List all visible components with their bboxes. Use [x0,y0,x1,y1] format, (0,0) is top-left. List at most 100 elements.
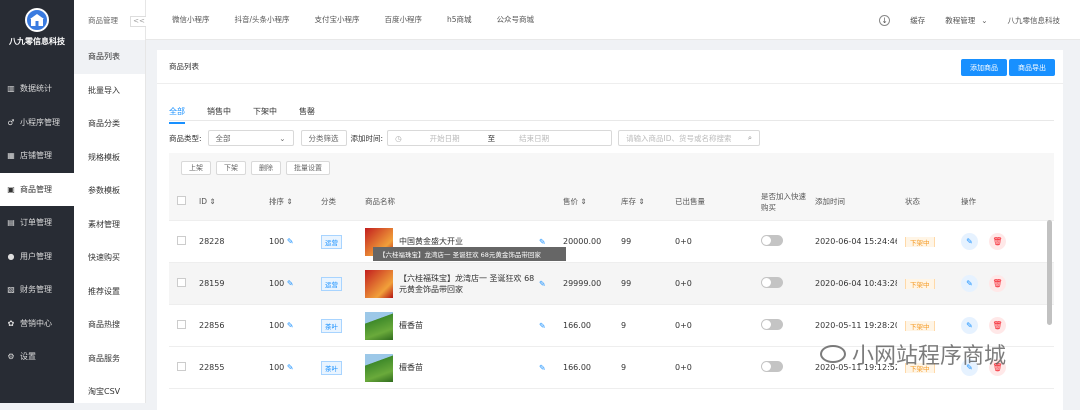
table-cell [753,361,807,374]
settings-icon: ⚙ [7,352,15,362]
table-cell: 2020-05-11 19:28:20 [807,321,897,330]
start-date-input[interactable]: 开始日期 [430,133,460,144]
edit-name-icon[interactable]: ✎ [539,237,546,246]
subnav-item-8[interactable]: 商品热搜 [74,308,145,342]
edit-name-icon[interactable]: ✎ [539,321,546,330]
download-icon[interactable]: ↓ [879,14,891,26]
type-select[interactable]: 全部 ⌄ [207,130,294,146]
platform-tab-5[interactable]: 公众号商城 [497,14,535,25]
sidebar-item-4[interactable]: ▤ 订单管理 [0,206,74,240]
subnav-item-3[interactable]: 规格模板 [74,141,145,175]
chevron-down-icon: ⌄ [279,133,286,143]
sort-value: 100 [269,237,285,246]
batch-button-3[interactable]: 批量设置 [286,161,330,175]
subnav-item-1[interactable]: 批量导入 [74,74,145,108]
sidebar-item-7[interactable]: ✿ 营销中心 [0,307,74,341]
sidebar-item-6[interactable]: ▧ 财务管理 [0,273,74,307]
cache-link[interactable]: 缓存 [910,15,925,26]
status-tab-2[interactable]: 下架中 [253,106,277,124]
status-badge: 下架中 [905,236,935,247]
table-cell: 100 ✎ [261,279,313,288]
goods-stock: 9 [621,363,627,372]
platform-tab-2[interactable]: 支付宝小程序 [315,14,360,25]
edit-name-icon[interactable]: ✎ [539,279,546,288]
platform-tab-3[interactable]: 百度小程序 [385,14,423,25]
edit-icon[interactable]: ✎ [961,233,978,250]
category-filter-button[interactable]: 分类筛选 [300,130,347,146]
table-scrollbar[interactable] [1047,220,1052,325]
table-cell: 166.00 [555,363,613,372]
quick-buy-toggle[interactable] [761,319,783,330]
edit-icon[interactable]: ✎ [961,275,978,292]
table-cell: 2020-06-04 15:24:46 [807,237,897,246]
subnav-item-9[interactable]: 商品服务 [74,342,145,376]
tutorial-menu[interactable]: 教程管理 ⌄ [945,15,987,26]
brand-logo-icon[interactable] [25,8,49,32]
table-header-3: 商品名称 [365,197,395,206]
export-goods-button[interactable]: 商品导出 [1009,59,1055,76]
platform-tab-0[interactable]: 微信小程序 [172,14,210,25]
row-checkbox[interactable] [177,278,186,287]
edit-name-icon[interactable]: ✎ [539,363,546,372]
sidebar-item-2[interactable]: ▦ 店铺管理 [0,139,74,173]
search-placeholder: 请输入商品ID、货号或名称搜索 [626,133,732,143]
subnav-item-0[interactable]: 商品列表 [74,40,145,74]
edit-icon[interactable]: ✎ [961,317,978,334]
quick-buy-toggle[interactable] [761,235,783,246]
trash-icon[interactable]: 🗑 [989,317,1006,334]
type-select-value: 全部 [215,133,231,143]
batch-button-2[interactable]: 删除 [251,161,281,175]
sidebar-item-1[interactable]: ♂ 小程序管理 [0,106,74,140]
subnav-item-6[interactable]: 快速购买 [74,241,145,275]
batch-actions: 上架 下架 删除 批量设置 [169,153,1054,183]
edit-sort-icon[interactable]: ✎ [284,321,294,330]
sub-sidebar: 商品管理 << 商品列表 批量导入 商品分类 规格模板 参数模板 素材管理 快速购买 推荐设置… [74,0,148,403]
row-checkbox[interactable] [177,236,186,245]
add-goods-button[interactable]: 添加商品 [961,59,1007,76]
sidebar-item-label: 订单管理 [20,218,52,228]
platform-tab-4[interactable]: h5商城 [447,14,472,25]
subnav-item-2[interactable]: 商品分类 [74,107,145,141]
goods-thumbnail[interactable] [365,269,393,298]
quick-buy-toggle[interactable] [761,277,783,288]
goods-thumbnail[interactable] [365,311,393,340]
edit-sort-icon[interactable]: ✎ [284,279,294,288]
edit-sort-icon[interactable]: ✎ [284,363,294,372]
subnav-item-7[interactable]: 推荐设置 [74,275,145,309]
status-tab-0[interactable]: 全部 [169,106,185,124]
quick-buy-toggle[interactable] [761,361,783,372]
account-menu[interactable]: 八九零信息科技 [1008,15,1061,26]
table-cell: 99 [613,279,667,288]
sidebar-item-5[interactable]: ● 用户管理 [0,240,74,274]
search-input[interactable]: 请输入商品ID、货号或名称搜索 ⌕ [618,130,761,146]
table-cell: 22856 [191,321,261,330]
sidebar-item-8[interactable]: ⚙ 设置 [0,340,74,374]
trash-icon[interactable]: 🗑 [989,233,1006,250]
status-tab-3[interactable]: 售罄 [299,106,315,124]
platform-tab-1[interactable]: 抖音/头条小程序 [235,14,290,25]
subnav-item-4[interactable]: 参数模板 [74,174,145,208]
edit-sort-icon[interactable]: ✎ [284,237,294,246]
table-cell: 29999.00 [555,279,613,288]
row-checkbox[interactable] [177,320,186,329]
filter-bar: 商品类型: 全部 ⌄ 分类筛选 添加时间: ◷ 开始日期 至 结束日期 请输入商… [169,130,761,146]
table-cell: 0+0 [667,321,753,330]
subnav-item-5[interactable]: 素材管理 [74,208,145,242]
sort-value: 100 [269,321,285,330]
trash-icon[interactable]: 🗑 [989,275,1006,292]
select-all-checkbox[interactable] [177,196,186,205]
subnav-item-10[interactable]: 淘宝CSV [74,375,145,409]
goods-thumbnail[interactable] [365,353,393,382]
row-checkbox[interactable] [177,362,186,371]
batch-button-0[interactable]: 上架 [181,161,211,175]
date-range-picker[interactable]: ◷ 开始日期 至 结束日期 [387,130,613,146]
end-date-input[interactable]: 结束日期 [519,133,549,144]
sidebar-item-label: 小程序管理 [20,117,60,127]
search-icon[interactable]: ⌕ [748,133,752,143]
sidebar-item-label: 商品管理 [20,184,52,194]
sidebar-item-3[interactable]: ▣ 商品管理 [0,172,74,206]
status-tab-1[interactable]: 销售中 [207,106,231,124]
batch-button-1[interactable]: 下架 [216,161,246,175]
table-cell: 下架中 [897,236,953,247]
sidebar-item-0[interactable]: ▥ 数据统计 [0,72,74,106]
